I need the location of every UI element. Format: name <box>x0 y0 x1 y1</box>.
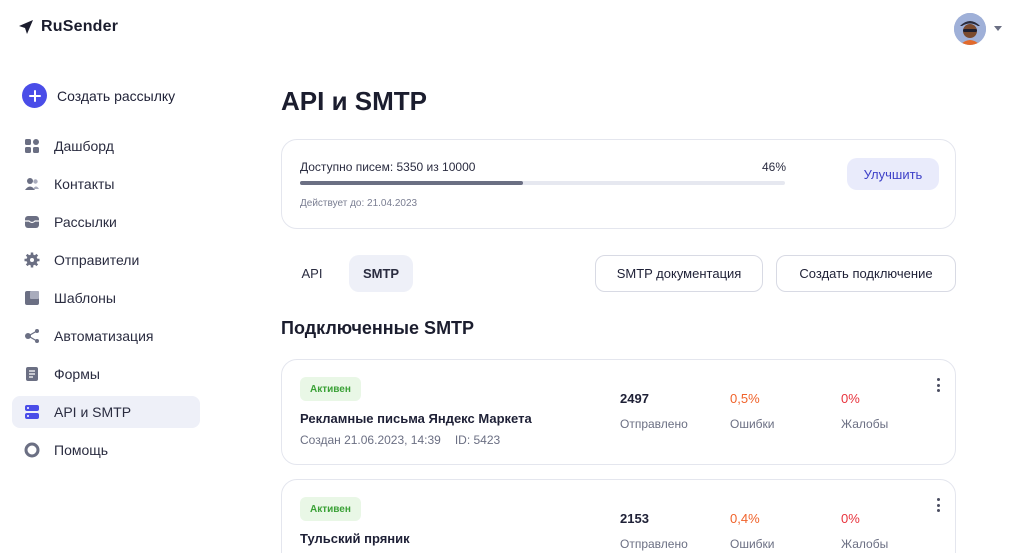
status-badge: Активен <box>300 377 361 401</box>
mailings-icon <box>24 214 40 230</box>
connection-name: Рекламные письма Яндекс Маркета <box>300 411 532 426</box>
sent-label: Отправлено <box>620 417 688 431</box>
complaints-label: Жалобы <box>841 417 889 431</box>
forms-icon <box>24 366 40 382</box>
avatar-image <box>954 13 986 45</box>
quota-available-text: Доступно писем: 5350 из 10000 <box>300 160 476 174</box>
sidebar-item-dashboard[interactable]: Дашборд <box>12 130 200 162</box>
help-icon <box>24 442 40 458</box>
sidebar-item-label: Автоматизация <box>54 328 154 344</box>
errors-value: 0,4% <box>730 511 760 526</box>
create-mailing-label: Создать рассылку <box>57 87 176 104</box>
smtp-connection-card[interactable]: Активен Рекламные письма Яндекс Маркета … <box>281 359 956 465</box>
status-badge: Активен <box>300 497 361 521</box>
more-options-icon[interactable] <box>933 498 943 512</box>
sidebar-item-mailings[interactable]: Рассылки <box>12 206 200 238</box>
sidebar-item-api-smtp[interactable]: API и SMTP <box>12 396 200 428</box>
errors-value: 0,5% <box>730 391 760 406</box>
complaints-value: 0% <box>841 391 860 406</box>
user-avatar[interactable] <box>954 13 986 45</box>
stat-sent: 2497 Отправлено <box>620 391 688 431</box>
sidebar-item-templates[interactable]: Шаблоны <box>12 282 200 314</box>
stat-complaints: 0% Жалобы <box>841 391 888 431</box>
quota-valid-until: Действует до: 21.04.2023 <box>300 198 418 209</box>
dashboard-icon <box>24 138 40 154</box>
send-arrow-icon <box>19 20 33 34</box>
quota-percent: 46% <box>762 160 787 174</box>
automation-icon <box>24 328 40 344</box>
stat-errors: 0,4% Ошибки <box>730 511 775 551</box>
sidebar-item-label: Отправители <box>54 252 140 268</box>
create-connection-button[interactable]: Создать подключение <box>776 255 956 292</box>
errors-label: Ошибки <box>730 417 775 431</box>
sidebar-item-label: Формы <box>54 366 100 382</box>
smtp-connection-card[interactable]: Активен Тульский пряник 2153 Отправлено … <box>281 479 956 553</box>
account-dropdown-caret-icon[interactable] <box>994 26 1002 31</box>
connected-smtp-title: Подключенные SMTP <box>281 318 475 338</box>
stat-sent: 2153 Отправлено <box>620 511 688 551</box>
connection-meta: Создан 21.06.2023, 14:39 ID: 5423 <box>300 433 500 447</box>
complaints-value: 0% <box>841 511 860 526</box>
sidebar-item-label: API и SMTP <box>54 404 132 420</box>
sidebar-item-contacts[interactable]: Контакты <box>12 168 200 200</box>
sidebar-nav: Дашборд Контакты Рассылки Отправители Ша… <box>12 130 200 472</box>
sidebar-item-forms[interactable]: Формы <box>12 358 200 390</box>
page-title: API и SMTP <box>281 86 427 116</box>
api-icon <box>24 404 40 420</box>
more-options-icon[interactable] <box>933 378 943 392</box>
quota-progress-bar <box>300 181 785 185</box>
sent-value: 2497 <box>620 391 649 406</box>
complaints-label: Жалобы <box>841 537 889 551</box>
sidebar-item-label: Контакты <box>54 176 115 192</box>
sidebar-item-senders[interactable]: Отправители <box>12 244 200 276</box>
sidebar-item-help[interactable]: Помощь <box>12 434 200 466</box>
errors-label: Ошибки <box>730 537 775 551</box>
tab-api[interactable]: API <box>288 255 336 292</box>
quota-progress-fill <box>300 181 524 185</box>
sidebar-item-label: Помощь <box>54 442 109 458</box>
stat-complaints: 0% Жалобы <box>841 511 888 551</box>
app-logo[interactable]: RuSender <box>18 18 118 36</box>
sidebar-item-automation[interactable]: Автоматизация <box>12 320 200 352</box>
quota-card: Доступно писем: 5350 из 10000 46% Действ… <box>281 139 956 229</box>
upgrade-button[interactable]: Улучшить <box>847 158 939 190</box>
tab-smtp[interactable]: SMTP <box>349 255 413 292</box>
sidebar-item-label: Шаблоны <box>54 290 116 306</box>
sent-label: Отправлено <box>620 537 688 551</box>
app-name: RuSender <box>41 18 119 35</box>
contacts-icon <box>24 176 40 192</box>
stat-errors: 0,5% Ошибки <box>730 391 775 431</box>
connection-created: Создан 21.06.2023, 14:39 <box>300 433 441 447</box>
sidebar-item-label: Дашборд <box>54 138 114 154</box>
sidebar-item-label: Рассылки <box>54 214 117 230</box>
gear-icon <box>24 252 40 268</box>
connection-name: Тульский пряник <box>300 531 410 546</box>
smtp-docs-button[interactable]: SMTP документация <box>595 255 763 292</box>
sent-value: 2153 <box>620 511 649 526</box>
plus-icon <box>22 83 47 108</box>
create-mailing-button[interactable]: Создать рассылку <box>22 83 175 108</box>
connection-id: ID: 5423 <box>454 433 501 447</box>
templates-icon <box>24 290 40 306</box>
